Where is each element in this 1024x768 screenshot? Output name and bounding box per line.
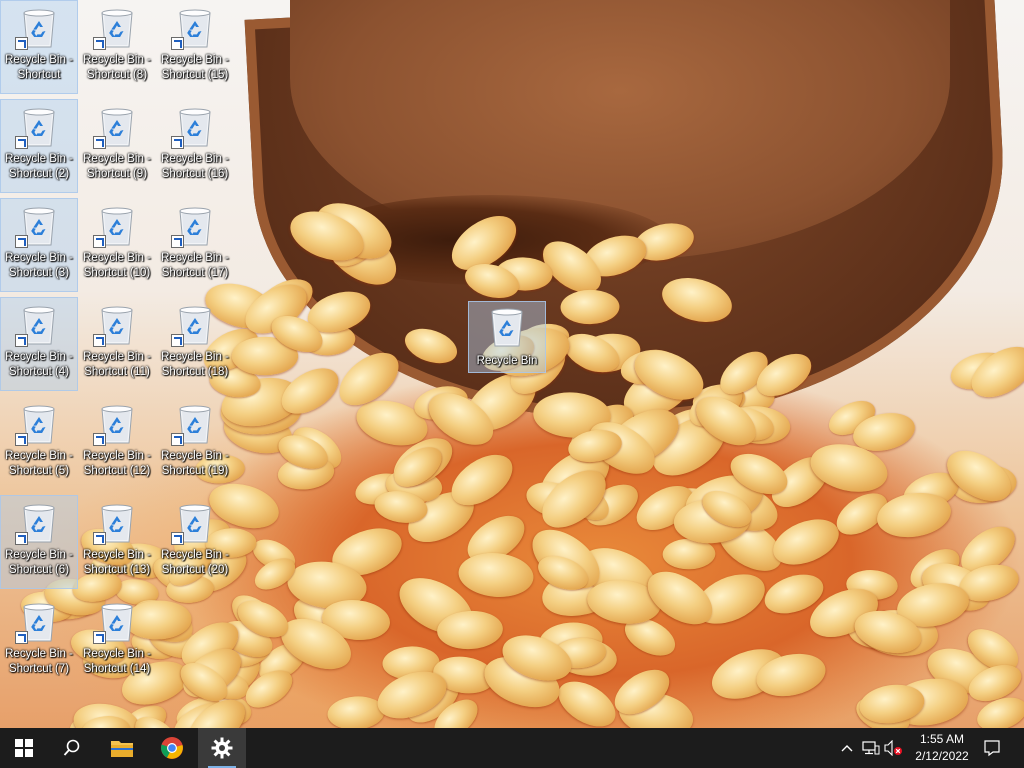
desktop-icon-recycle-bin-shortcut[interactable]: Recycle Bin - Shortcut (4) — [0, 297, 78, 391]
windows-logo-icon — [15, 739, 33, 757]
desktop-icon-label: Recycle Bin - Shortcut (3) — [5, 252, 73, 279]
shortcut-arrow-icon — [93, 334, 106, 347]
shortcut-arrow-icon — [171, 532, 184, 545]
shortcut-arrow-icon — [15, 37, 28, 50]
shortcut-arrow-icon — [93, 532, 106, 545]
start-button[interactable] — [0, 728, 48, 768]
taskbar: 1:55 AM 2/12/2022 — [0, 728, 1024, 768]
desktop-icon-label: Recycle Bin - Shortcut (8) — [83, 54, 151, 81]
recycle-bin-icon — [491, 308, 523, 347]
desktop-icon-recycle-bin-shortcut[interactable]: Recycle Bin - Shortcut (17) — [157, 199, 233, 291]
desktop-icon-label: Recycle Bin - Shortcut (9) — [83, 153, 151, 180]
desktop-icon-label: Recycle Bin - Shortcut (11) — [83, 351, 151, 378]
volume-muted-icon — [884, 740, 902, 756]
shortcut-arrow-icon — [93, 631, 106, 644]
desktop-icon-recycle-bin-shortcut[interactable]: Recycle Bin - Shortcut (20) — [157, 496, 233, 588]
desktop-icon-label: Recycle Bin - Shortcut (4) — [5, 351, 73, 378]
taskbar-file-explorer[interactable] — [98, 728, 146, 768]
shortcut-arrow-icon — [15, 334, 28, 347]
desktop-icon-recycle-bin-shortcut[interactable]: Recycle Bin - Shortcut (11) — [79, 298, 155, 390]
desktop-icon-recycle-bin-shortcut[interactable]: Recycle Bin - Shortcut (16) — [157, 100, 233, 192]
notification-center-button[interactable] — [978, 728, 1006, 768]
desktop-icon-recycle-bin-shortcut[interactable]: Recycle Bin - Shortcut (13) — [79, 496, 155, 588]
shortcut-arrow-icon — [15, 235, 28, 248]
desktop-icon-label: Recycle Bin - Shortcut (2) — [5, 153, 73, 180]
shortcut-arrow-icon — [171, 37, 184, 50]
desktop-icon-recycle-bin-shortcut[interactable]: Recycle Bin - Shortcut (19) — [157, 397, 233, 489]
search-button[interactable] — [48, 728, 96, 768]
desktop-icon-recycle-bin-shortcut[interactable]: Recycle Bin - Shortcut (9) — [79, 100, 155, 192]
chevron-up-icon — [841, 745, 853, 752]
desktop-icon-label: Recycle Bin - Shortcut (14) — [83, 648, 151, 675]
shortcut-arrow-icon — [93, 433, 106, 446]
search-icon — [63, 739, 80, 756]
desktop-icon-recycle-bin-shortcut[interactable]: Recycle Bin - Shortcut (10) — [79, 199, 155, 291]
taskbar-chrome[interactable] — [148, 728, 196, 768]
desktop-icon-label: Recycle Bin - Shortcut (10) — [83, 252, 151, 279]
wallpaper-bean — [550, 672, 623, 728]
desktop-icon-recycle-bin-shortcut[interactable]: Recycle Bin - Shortcut (14) — [79, 595, 155, 687]
clock-time: 1:55 AM — [919, 732, 965, 746]
shortcut-arrow-icon — [15, 631, 28, 644]
shortcut-arrow-icon — [171, 334, 184, 347]
desktop-icon-label: Recycle Bin — [476, 355, 538, 367]
desktop-icon-recycle-bin-shortcut[interactable]: Recycle Bin - Shortcut (5) — [1, 397, 77, 489]
desktop-icon-label: Recycle Bin - Shortcut (17) — [161, 252, 229, 279]
gear-icon — [211, 737, 233, 759]
desktop-icon-recycle-bin-shortcut[interactable]: Recycle Bin - Shortcut — [0, 0, 78, 94]
shortcut-arrow-icon — [171, 235, 184, 248]
shortcut-arrow-icon — [93, 235, 106, 248]
desktop-icon-label: Recycle Bin - Shortcut — [5, 54, 73, 81]
network-tray-button[interactable] — [860, 728, 882, 768]
shortcut-arrow-icon — [93, 136, 106, 149]
wallpaper-bean — [456, 549, 536, 600]
desktop-icon-label: Recycle Bin - Shortcut (19) — [161, 450, 229, 477]
chrome-icon — [161, 737, 183, 759]
notification-icon — [984, 740, 1000, 757]
shortcut-arrow-icon — [15, 532, 28, 545]
desktop-icon-label: Recycle Bin - Shortcut (6) — [5, 549, 73, 576]
shortcut-arrow-icon — [171, 433, 184, 446]
volume-tray-button[interactable] — [882, 728, 904, 768]
network-icon — [862, 741, 880, 755]
shortcut-arrow-icon — [93, 37, 106, 50]
desktop-icon-label: Recycle Bin - Shortcut (13) — [83, 549, 151, 576]
clock-date: 2/12/2022 — [915, 749, 969, 763]
desktop-icon-recycle-bin-shortcut[interactable]: Recycle Bin - Shortcut (18) — [157, 298, 233, 390]
taskbar-settings[interactable] — [198, 728, 246, 768]
folder-icon — [111, 741, 133, 757]
desktop-icon-label: Recycle Bin - Shortcut (16) — [161, 153, 229, 180]
desktop-icon-label: Recycle Bin - Shortcut (15) — [161, 54, 229, 81]
desktop-icon-label: Recycle Bin - Shortcut (12) — [83, 450, 151, 477]
shortcut-arrow-icon — [15, 433, 28, 446]
desktop-icon-recycle-bin-shortcut[interactable]: Recycle Bin - Shortcut (7) — [1, 595, 77, 687]
desktop-icon-recycle-bin-shortcut[interactable]: Recycle Bin - Shortcut (12) — [79, 397, 155, 489]
desktop-icon-label: Recycle Bin - Shortcut (5) — [5, 450, 73, 477]
shortcut-arrow-icon — [171, 136, 184, 149]
taskbar-clock[interactable]: 1:55 AM 2/12/2022 — [904, 731, 980, 765]
desktop-icon-label: Recycle Bin - Shortcut (18) — [161, 351, 229, 378]
desktop-icon-label: Recycle Bin - Shortcut (20) — [161, 549, 229, 576]
desktop-icon-recycle-bin-shortcut[interactable]: Recycle Bin - Shortcut (2) — [0, 99, 78, 193]
desktop-icon-recycle-bin[interactable]: Recycle Bin — [468, 301, 546, 373]
desktop-icon-label: Recycle Bin - Shortcut (7) — [5, 648, 73, 675]
desktop-icon-recycle-bin-shortcut[interactable]: Recycle Bin - Shortcut (15) — [157, 1, 233, 93]
shortcut-arrow-icon — [15, 136, 28, 149]
desktop-icon-recycle-bin-shortcut[interactable]: Recycle Bin - Shortcut (8) — [79, 1, 155, 93]
show-hidden-icons-button[interactable] — [836, 728, 858, 768]
desktop-icon-recycle-bin-shortcut[interactable]: Recycle Bin - Shortcut (3) — [0, 198, 78, 292]
desktop-icon-recycle-bin-shortcut[interactable]: Recycle Bin - Shortcut (6) — [0, 495, 78, 589]
